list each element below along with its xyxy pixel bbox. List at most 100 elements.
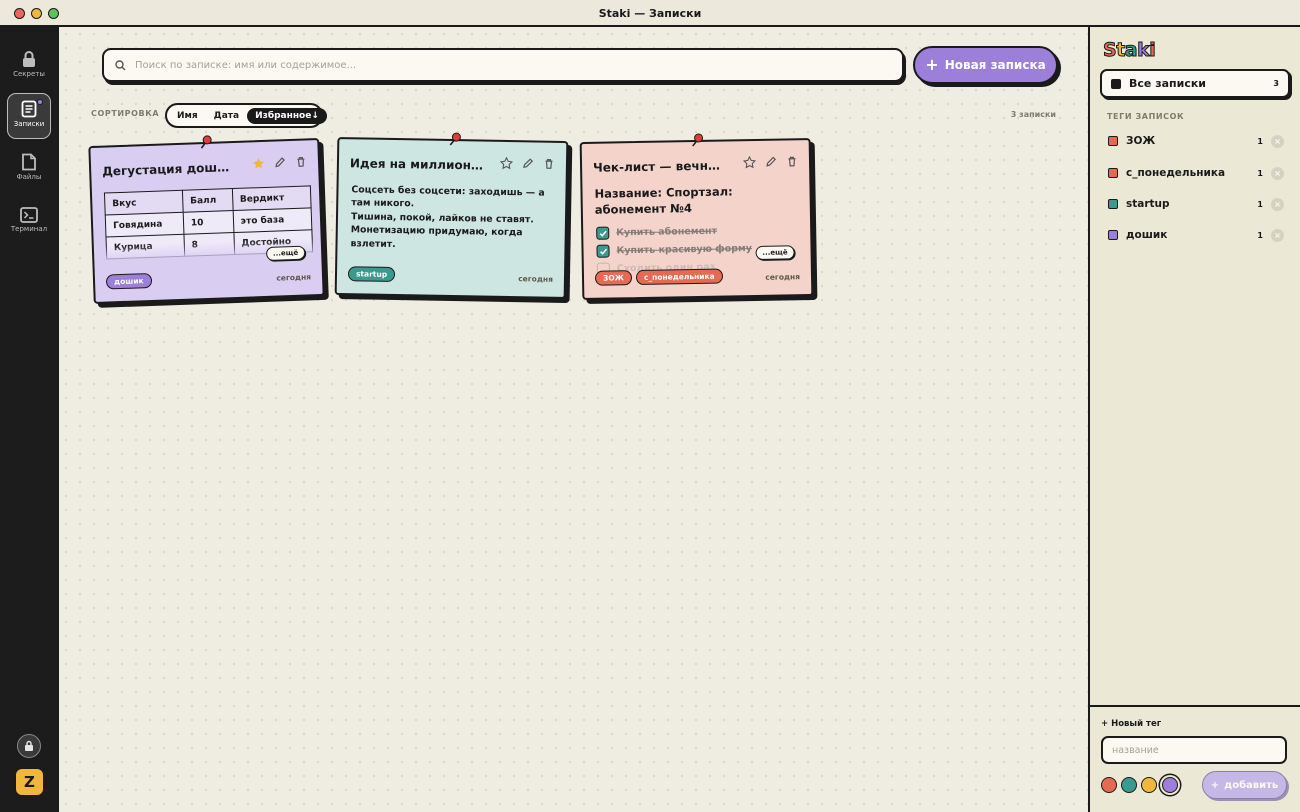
all-notes-label: Все записки (1129, 77, 1207, 90)
tag-name: startup (1126, 198, 1170, 210)
note-title: Чек-лист — вечное обещание (592, 158, 728, 175)
rail-item-label: Секреты (13, 70, 45, 78)
show-more-button[interactable]: ...ещё (265, 245, 306, 261)
rail-item-secrets[interactable]: Секреты (7, 44, 51, 90)
note-body-line: Соцсеть без соцсети: заходишь — а там ни… (351, 184, 545, 210)
checklist-item-text: Купить красивую форму (616, 243, 753, 257)
rail-item-label: Файлы (16, 173, 42, 181)
rail-item-label: Терминал (10, 225, 48, 233)
checklist-item[interactable]: Купить красивую форму (596, 242, 752, 258)
trash-icon[interactable] (543, 158, 555, 170)
show-more-button[interactable]: ...ещё (755, 245, 795, 260)
app-logo: Staki (1102, 39, 1156, 62)
note-date: сегодня (765, 272, 801, 282)
plus-icon: + (925, 55, 939, 74)
color-swatch (1108, 136, 1118, 146)
sort-label: СОРТИРОВКА (91, 109, 160, 118)
tag-count: 1 (1257, 199, 1263, 209)
new-note-button[interactable]: + Новая записка (913, 46, 1058, 84)
note-date: сегодня (276, 272, 312, 283)
tag-name: дошик (1126, 229, 1168, 241)
new-note-label: Новая записка (944, 58, 1046, 72)
lock-app-button[interactable] (17, 734, 41, 758)
star-filled-icon[interactable] (252, 157, 265, 170)
sort-toggle-group: Имя Дата Избранное↓ (165, 103, 327, 128)
tag-count: 1 (1257, 230, 1263, 240)
color-swatch (1108, 168, 1118, 178)
note-card[interactable]: Идея на миллион 💡 Соцсеть без соцсети: з… (334, 132, 569, 300)
trash-icon[interactable] (295, 155, 307, 167)
rail-item-files[interactable]: Файлы (7, 147, 51, 193)
table-header: Балл (182, 188, 233, 213)
remove-tag-button[interactable]: × (1271, 166, 1284, 180)
color-option-coral[interactable] (1101, 777, 1117, 793)
pin-icon (200, 135, 212, 149)
add-tag-label: добавить (1224, 779, 1279, 791)
sidebar-tag-doshik[interactable]: дошик 1 × (1108, 226, 1284, 244)
tags-sidebar: Staki Все записки 3 ТЕГИ ЗАПИСОК ЗОЖ 1 ×… (1088, 27, 1300, 812)
note-title: Дегустация доширака (101, 159, 238, 179)
color-option-purple[interactable] (1162, 777, 1178, 793)
tag-count: 1 (1257, 136, 1263, 146)
window-title: Staki — Записки (598, 7, 702, 20)
sidebar-tag-zozh[interactable]: ЗОЖ 1 × (1108, 132, 1284, 150)
tag-name: с_понедельника (1126, 167, 1226, 179)
remove-tag-button[interactable]: × (1271, 228, 1284, 242)
sidebar-tag-startup[interactable]: startup 1 × (1108, 195, 1284, 213)
remove-tag-button[interactable]: × (1271, 197, 1284, 211)
new-tag-name-input[interactable] (1101, 736, 1287, 764)
pin-icon (692, 133, 704, 147)
note-tag[interactable]: дошик (105, 272, 152, 290)
color-option-teal[interactable] (1121, 777, 1137, 793)
terminal-icon (20, 207, 38, 223)
plus-icon: + (1210, 779, 1220, 791)
search-input[interactable] (135, 56, 875, 74)
note-title: Идея на миллион 💡 (350, 156, 485, 172)
note-body: Соцсеть без соцсети: заходишь — а там ни… (350, 183, 556, 254)
check-icon (599, 248, 607, 255)
new-tag-form: + Новый тег + добавить (1090, 705, 1300, 812)
notes-count: 3 записки (1010, 110, 1056, 119)
color-option-yellow[interactable] (1141, 777, 1157, 793)
tags-heading: ТЕГИ ЗАПИСОК (1107, 112, 1185, 121)
note-card[interactable]: Дегустация доширака Вкус Балл Вердикт Го… (88, 135, 325, 304)
sort-option-name[interactable]: Имя (169, 108, 206, 124)
edit-icon[interactable] (522, 157, 534, 169)
rail-item-notes[interactable]: Записки (7, 93, 51, 139)
user-avatar[interactable]: Z (15, 768, 44, 796)
note-tag[interactable]: с_понедельника (635, 268, 723, 286)
color-swatch (1111, 78, 1121, 89)
sort-option-favorite[interactable]: Избранное↓ (247, 107, 327, 124)
add-tag-button[interactable]: + добавить (1202, 771, 1287, 799)
tag-name: ЗОЖ (1126, 135, 1156, 147)
note-card[interactable]: Чек-лист — вечное обещание Название: Спо… (579, 133, 814, 301)
sidebar-tag-monday[interactable]: с_понедельника 1 × (1108, 164, 1284, 182)
checklist-item[interactable]: Купить абонемент (596, 225, 717, 240)
edit-icon[interactable] (765, 156, 777, 168)
lock-icon (25, 740, 33, 751)
file-icon (22, 153, 36, 171)
all-notes-count: 3 (1273, 79, 1279, 88)
note-title-text: Идея на миллион (349, 156, 472, 173)
table-cell: 10 (183, 210, 234, 235)
notification-dot (37, 99, 43, 105)
edit-icon[interactable] (274, 156, 286, 168)
table-header: Вердикт (232, 185, 312, 211)
search-bar[interactable] (102, 48, 904, 82)
new-tag-label: + Новый тег (1101, 719, 1162, 729)
table-header: Вкус (104, 190, 184, 216)
all-notes-filter[interactable]: Все записки 3 (1100, 69, 1290, 98)
rail-item-terminal[interactable]: Терминал (7, 201, 51, 247)
search-icon (115, 60, 126, 71)
trash-icon[interactable] (786, 155, 798, 167)
star-outline-icon[interactable] (742, 155, 757, 169)
sort-option-date[interactable]: Дата (206, 108, 247, 124)
color-swatch (1108, 230, 1118, 240)
note-tag[interactable]: startup (347, 266, 396, 283)
remove-tag-button[interactable]: × (1271, 134, 1284, 148)
note-icon (21, 100, 37, 118)
star-outline-icon[interactable] (499, 156, 514, 170)
note-tag[interactable]: ЗОЖ (594, 270, 633, 286)
checkbox-checked[interactable] (596, 244, 610, 258)
checkbox-checked[interactable] (596, 226, 610, 240)
